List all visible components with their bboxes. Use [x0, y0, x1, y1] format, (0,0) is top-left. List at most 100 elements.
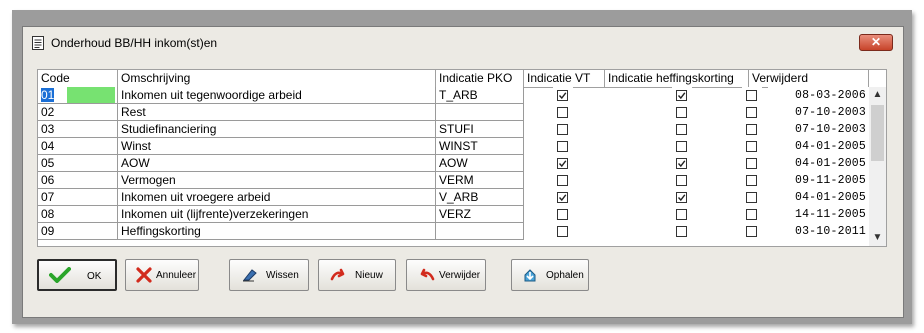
cell-verwijderd-date[interactable]: 07-10-2003: [768, 121, 869, 138]
cell-verw: [742, 206, 762, 223]
verwijder-button[interactable]: Verwijder: [406, 259, 486, 291]
annuleer-label: Annuleer: [156, 270, 197, 281]
wissen-button[interactable]: Wissen: [229, 259, 309, 291]
table-row[interactable]: 09 Heffingskorting 03-10-2011: [38, 223, 869, 240]
checkbox[interactable]: [557, 209, 568, 220]
checkbox[interactable]: [557, 175, 568, 186]
checkbox[interactable]: [746, 158, 757, 169]
column-header-indicatie-heffingskorting[interactable]: Indicatie heffingskorting: [605, 70, 749, 87]
cell-verwijderd-date[interactable]: 09-11-2005: [768, 172, 869, 189]
checked-checkbox[interactable]: [557, 158, 568, 169]
checkbox[interactable]: [746, 107, 757, 118]
checkbox[interactable]: [746, 192, 757, 203]
table-row[interactable]: 03 Studiefinanciering STUFI 07-10-2003: [38, 121, 869, 138]
checkbox[interactable]: [557, 141, 568, 152]
cell-code[interactable]: 05: [38, 155, 118, 172]
checkbox[interactable]: [676, 124, 687, 135]
checkbox[interactable]: [746, 226, 757, 237]
checkbox[interactable]: [676, 209, 687, 220]
checkbox[interactable]: [746, 90, 757, 101]
cell-omschrijving[interactable]: Vermogen: [118, 172, 436, 189]
cell-verw: [742, 121, 762, 138]
table-row[interactable]: 06 Vermogen VERM 09-11-2005: [38, 172, 869, 189]
table-row[interactable]: 05 AOW AOW 04-01-2005: [38, 155, 869, 172]
close-button[interactable]: ✕: [859, 34, 893, 51]
scroll-up-icon[interactable]: ▲: [869, 87, 886, 103]
cell-vt: [553, 206, 573, 223]
cell-omschrijving[interactable]: AOW: [118, 155, 436, 172]
cell-code[interactable]: 04: [38, 138, 118, 155]
column-header-indicatie-vt[interactable]: Indicatie VT: [524, 70, 605, 87]
checkbox[interactable]: [746, 209, 757, 220]
cell-verwijderd-date[interactable]: 08-03-2006: [768, 87, 869, 104]
ophalen-button[interactable]: Ophalen: [511, 259, 589, 291]
annuleer-button[interactable]: Annuleer: [125, 259, 199, 291]
checkbox[interactable]: [746, 124, 757, 135]
table-row[interactable]: 04 Winst WINST 04-01-2005: [38, 138, 869, 155]
cell-hk: [672, 121, 692, 138]
cell-omschrijving[interactable]: Rest: [118, 104, 436, 121]
checkbox[interactable]: [557, 226, 568, 237]
cell-code[interactable]: 02: [38, 104, 118, 121]
nieuw-button[interactable]: Nieuw: [318, 259, 396, 291]
cell-verwijderd-date[interactable]: 04-01-2005: [768, 155, 869, 172]
cell-pko[interactable]: [436, 104, 524, 121]
cell-verw: [742, 172, 762, 189]
cell-pko[interactable]: V_ARB: [436, 189, 524, 206]
table-row[interactable]: 01 Inkomen uit tegenwoordige arbeid T_ARB 0…: [38, 87, 869, 104]
cell-pko[interactable]: VERZ: [436, 206, 524, 223]
checkbox[interactable]: [557, 107, 568, 118]
checkbox[interactable]: [676, 175, 687, 186]
vertical-scrollbar[interactable]: ▲ ▼: [869, 87, 886, 246]
cell-omschrijving[interactable]: Inkomen uit tegenwoordige arbeid: [118, 87, 436, 104]
checkbox[interactable]: [676, 141, 687, 152]
title-bar[interactable]: Onderhoud BB/HH inkom(st)en ✕: [23, 27, 903, 57]
cell-pko[interactable]: STUFI: [436, 121, 524, 138]
checkbox[interactable]: [557, 124, 568, 135]
cell-omschrijving[interactable]: Inkomen uit (lijfrente)verzekeringen: [118, 206, 436, 223]
cell-pko[interactable]: [436, 223, 524, 240]
checkbox[interactable]: [746, 175, 757, 186]
cell-omschrijving[interactable]: Heffingskorting: [118, 223, 436, 240]
checkmark-icon: [49, 267, 71, 283]
table-row[interactable]: 08 Inkomen uit (lijfrente)verzekeringen VE…: [38, 206, 869, 223]
data-grid[interactable]: Code Omschrijving Indicatie PKO Indicati…: [37, 69, 887, 247]
column-header-code[interactable]: Code: [38, 70, 118, 87]
column-header-indicatie-pko[interactable]: Indicatie PKO: [436, 70, 524, 87]
cell-omschrijving[interactable]: Studiefinanciering: [118, 121, 436, 138]
cell-code[interactable]: 03: [38, 121, 118, 138]
ok-button[interactable]: OK: [37, 259, 117, 291]
cell-pko[interactable]: T_ARB: [436, 87, 524, 104]
checked-checkbox[interactable]: [676, 192, 687, 203]
cell-code[interactable]: 01: [38, 87, 118, 104]
column-header-verwijderd[interactable]: Verwijderd: [749, 70, 869, 87]
cell-code[interactable]: 06: [38, 172, 118, 189]
checked-checkbox[interactable]: [676, 158, 687, 169]
table-row[interactable]: 07 Inkomen uit vroegere arbeid V_ARB 04-01-…: [38, 189, 869, 206]
column-header-omschrijving[interactable]: Omschrijving: [118, 70, 436, 87]
check-icon: [677, 160, 686, 168]
scroll-down-icon[interactable]: ▼: [869, 230, 886, 246]
cell-verwijderd-date[interactable]: 07-10-2003: [768, 104, 869, 121]
checked-checkbox[interactable]: [557, 90, 568, 101]
scrollbar-thumb[interactable]: [871, 105, 884, 161]
cell-verwijderd-date[interactable]: 04-01-2005: [768, 189, 869, 206]
cell-omschrijving[interactable]: Inkomen uit vroegere arbeid: [118, 189, 436, 206]
cell-verwijderd-date[interactable]: 14-11-2005: [768, 206, 869, 223]
cell-code[interactable]: 07: [38, 189, 118, 206]
checked-checkbox[interactable]: [557, 192, 568, 203]
cell-omschrijving[interactable]: Winst: [118, 138, 436, 155]
checked-checkbox[interactable]: [676, 90, 687, 101]
cell-verw: [742, 223, 762, 240]
checkbox[interactable]: [676, 107, 687, 118]
checkbox[interactable]: [746, 141, 757, 152]
cell-code[interactable]: 09: [38, 223, 118, 240]
cell-pko[interactable]: WINST: [436, 138, 524, 155]
cell-pko[interactable]: AOW: [436, 155, 524, 172]
checkbox[interactable]: [676, 226, 687, 237]
table-row[interactable]: 02 Rest 07-10-2003: [38, 104, 869, 121]
cell-verwijderd-date[interactable]: 03-10-2011: [768, 223, 869, 240]
cell-pko[interactable]: VERM: [436, 172, 524, 189]
cell-verwijderd-date[interactable]: 04-01-2005: [768, 138, 869, 155]
cell-code[interactable]: 08: [38, 206, 118, 223]
